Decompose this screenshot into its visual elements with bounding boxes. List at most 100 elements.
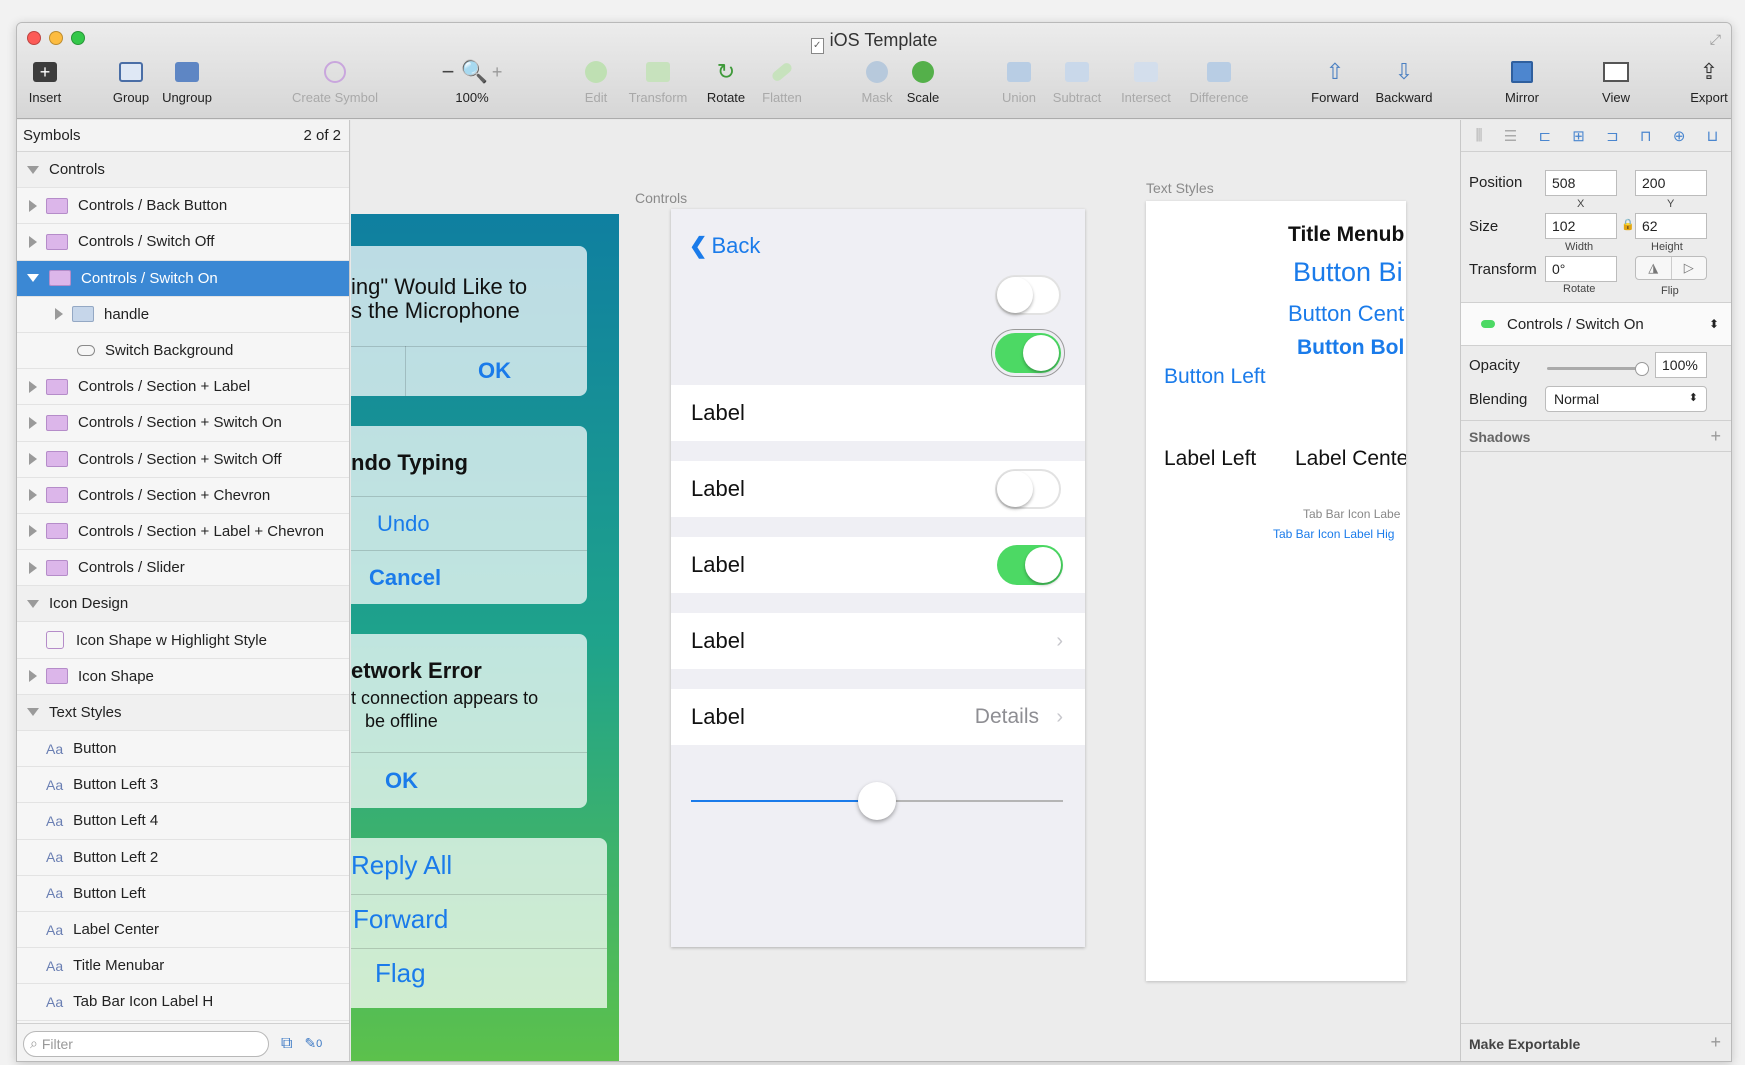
disclosure-closed-icon[interactable] [29,416,37,429]
width-field[interactable]: 102 [1545,213,1617,239]
text-style-tab-bar-label-sample[interactable]: Tab Bar Icon Labe [1303,507,1400,521]
page-name[interactable]: Symbols [23,127,81,144]
union-button[interactable]: Union [997,57,1041,105]
opacity-thumb[interactable] [1635,362,1649,376]
disclosure-closed-icon[interactable] [29,525,37,538]
lock-icon[interactable]: 🔒 [1621,218,1635,231]
text-style-button-left-4[interactable]: Aa Button Left 4 [17,803,349,840]
section-chevron-row[interactable]: Label › [671,613,1085,669]
align-middle-icon[interactable]: ⊕ [1673,127,1686,145]
flatten-button[interactable]: Flatten [757,57,807,105]
layer-icon-shape-highlight[interactable]: Icon Shape w Highlight Style [17,622,349,659]
flag-button[interactable]: Flag [375,958,426,989]
artboard-label-text-styles[interactable]: Text Styles [1146,180,1214,196]
section-switch-off-row[interactable]: Label [671,461,1085,517]
align-left-icon[interactable]: ⊏ [1538,127,1551,145]
page-count[interactable]: 2 of 2 [303,127,341,144]
switch-on-selected[interactable] [991,329,1065,377]
distribute-vertical-icon[interactable]: ☰ [1504,127,1517,145]
undo-button[interactable]: Undo [377,511,430,537]
layer-controls-switch-off[interactable]: Controls / Switch Off [17,224,349,261]
layer-controls-switch-on[interactable]: Controls / Switch On [17,260,349,297]
intersect-button[interactable]: Intersect [1115,57,1177,105]
alert-ok-button[interactable]: OK [478,358,511,384]
layer-controls-section-label[interactable]: Controls / Section + Label [17,369,349,406]
backward-button[interactable]: ⇩ Backward [1371,57,1437,105]
mirror-button[interactable]: Mirror [1499,57,1545,105]
create-symbol-button[interactable]: Create Symbol [287,57,383,105]
rotate-button[interactable]: ↻ Rotate [703,57,749,105]
transform-button[interactable]: Transform [623,57,693,105]
switch-off[interactable] [995,275,1061,315]
disclosure-closed-icon[interactable] [29,199,37,212]
layer-controls-back-button[interactable]: Controls / Back Button [17,188,349,225]
layer-group-icon-design[interactable]: Icon Design [17,586,349,623]
disclosure-open-icon[interactable] [27,274,39,283]
height-field[interactable]: 62 [1635,213,1707,239]
blending-select[interactable]: Normal ⬍ [1545,386,1707,412]
layer-controls-section-switch-on[interactable]: Controls / Section + Switch On [17,405,349,442]
ungroup-button[interactable]: Ungroup [159,57,215,105]
insert-button[interactable]: + Insert [27,57,63,105]
row-switch-off[interactable] [995,469,1061,509]
layer-handle[interactable]: handle [17,297,349,333]
x-field[interactable]: 508 [1545,170,1617,196]
zoom-control[interactable]: − 🔍 + 100% [437,57,507,105]
mask-button[interactable]: Mask [857,57,897,105]
disclosure-closed-icon[interactable] [55,308,63,321]
disclosure-closed-icon[interactable] [29,561,37,574]
layer-switch-background[interactable]: Switch Background [17,333,349,370]
text-style-label-center[interactable]: Aa Label Center [17,912,349,949]
symbol-selector[interactable]: Controls / Switch On ⬍ [1461,302,1731,346]
action-sheet[interactable]: Reply All Forward Flag [351,838,607,1008]
add-export-icon[interactable]: + [1710,1032,1721,1053]
y-field[interactable]: 200 [1635,170,1707,196]
row-switch-on[interactable] [997,545,1063,585]
text-style-button-left-3[interactable]: Aa Button Left 3 [17,767,349,804]
subtract-button[interactable]: Subtract [1047,57,1107,105]
text-style-button-left-sample[interactable]: Button Left [1164,365,1266,389]
flip-vertical-icon[interactable]: ▷ [1672,257,1707,279]
canvas[interactable]: ing" Would Like to s the Microphone OK n… [351,120,1460,1061]
text-style-button-big-sample[interactable]: Button Bi [1293,257,1403,288]
view-button[interactable]: View [1593,57,1639,105]
alert-ok-button[interactable]: OK [385,768,418,794]
forward-action-button[interactable]: Forward [353,904,448,935]
disclosure-closed-icon[interactable] [29,380,37,393]
section-switch-on-row[interactable]: Label [671,537,1085,593]
edit-button[interactable]: Edit [581,57,611,105]
layer-group-controls[interactable]: Controls [17,152,349,189]
layer-controls-section-switch-off[interactable]: Controls / Section + Switch Off [17,442,349,478]
section-label-chevron-row[interactable]: Label Details › [671,689,1085,745]
disclosure-open-icon[interactable] [27,599,39,608]
rotate-field[interactable]: 0° [1545,256,1617,282]
disclosure-open-icon[interactable] [27,165,39,174]
text-style-label-center-sample[interactable]: Label Cente [1295,447,1406,471]
slider[interactable] [691,781,1063,821]
text-style-tab-bar-highlight-sample[interactable]: Tab Bar Icon Label Hig [1273,527,1394,541]
layer-group-text-styles[interactable]: Text Styles [17,694,349,731]
disclosure-closed-icon[interactable] [29,489,37,502]
layer-controls-slider[interactable]: Controls / Slider [17,550,349,587]
text-style-label-left-sample[interactable]: Label Left [1164,447,1256,471]
group-button[interactable]: Group [111,57,151,105]
text-style-button-bold-sample[interactable]: Button Bol [1297,336,1404,360]
symbols-toggle-icon[interactable]: ⧉ [281,1035,292,1053]
align-top-icon[interactable]: ⊓ [1640,127,1652,145]
zoom-out-icon[interactable]: − [442,59,455,85]
text-style-title-menubar-sample[interactable]: Title Menub [1288,223,1404,247]
back-button[interactable]: ❮ Back [689,233,760,259]
artboard-text-styles[interactable]: Title Menub Button Bi Button Cent Button… [1146,201,1406,981]
disclosure-closed-icon[interactable] [29,670,37,683]
difference-button[interactable]: Difference [1183,57,1255,105]
text-style-button-left-2[interactable]: Aa Button Left 2 [17,840,349,876]
filter-field[interactable]: ⌕ Filter [23,1030,269,1057]
alert-network-error[interactable]: etwork Error t connection appears to be … [351,634,587,808]
text-style-tab-bar-icon-label[interactable]: Aa Tab Bar Icon Label H [17,984,349,1021]
forward-button[interactable]: ⇧ Forward [1307,57,1363,105]
text-style-button-center-sample[interactable]: Button Cent [1288,301,1404,327]
section-label-row[interactable]: Label [671,385,1085,441]
opacity-field[interactable]: 100% [1655,352,1707,378]
text-style-button-left[interactable]: Aa Button Left [17,876,349,912]
cancel-button[interactable]: Cancel [369,565,441,591]
